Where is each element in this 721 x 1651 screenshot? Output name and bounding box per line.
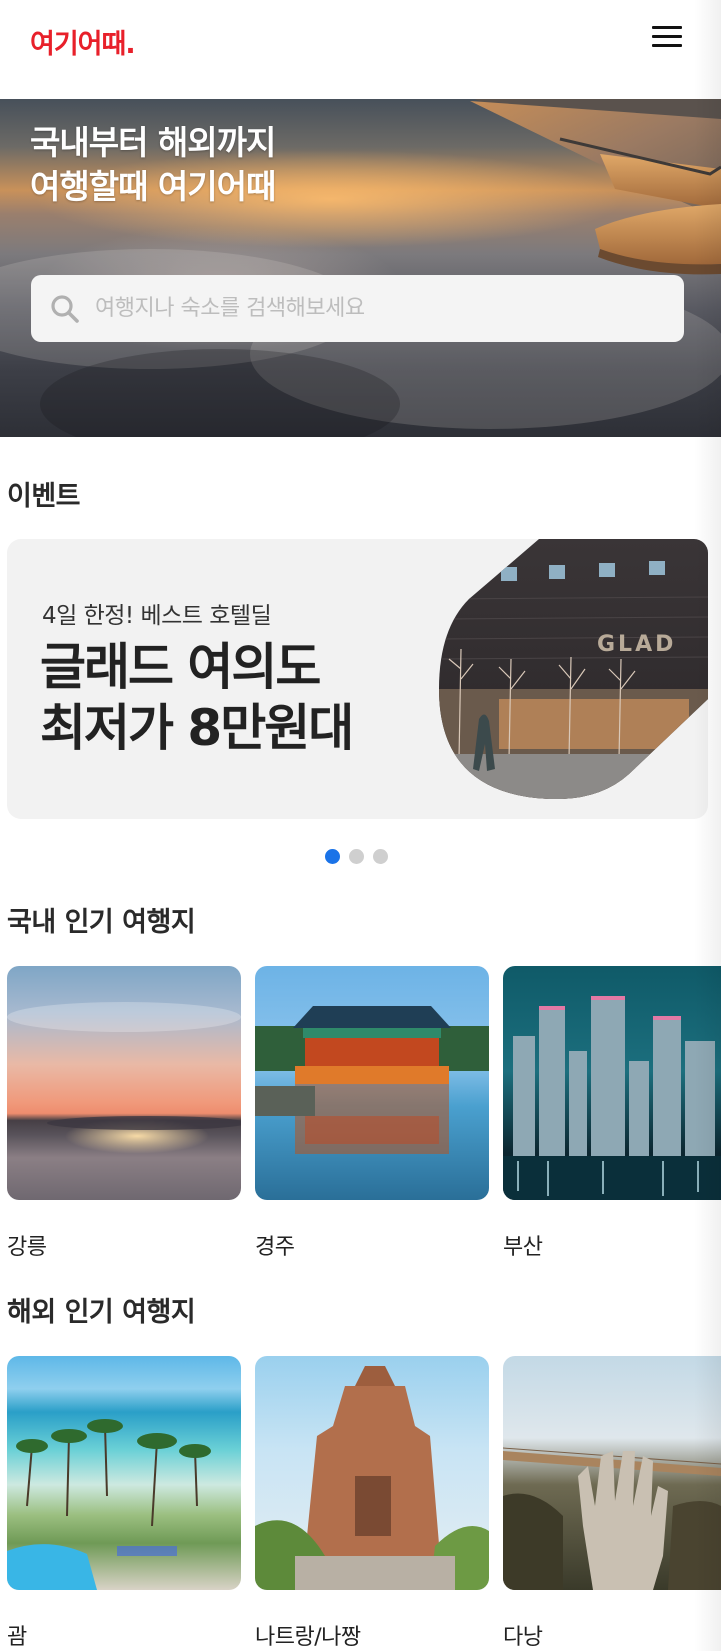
busan-photo [503, 966, 721, 1200]
nhatrang-photo [255, 1356, 489, 1590]
brand-logo[interactable]: 여기어때. [30, 22, 136, 61]
hero-title-line2: 여행할때 여기어때 [30, 167, 276, 206]
destination-name: 경주 [255, 1235, 295, 1260]
pagination-dot-2[interactable] [349, 849, 364, 864]
destination-card-danang[interactable]: 다낭 [503, 1356, 721, 1650]
hero-banner: 국내부터 해외까지 여행할때 여기어때 [0, 99, 721, 437]
destination-name: 강릉 [7, 1235, 47, 1260]
destination-card-gangneung[interactable]: 강릉 [7, 966, 241, 1260]
pagination-dot-1[interactable] [325, 849, 340, 864]
search-icon [51, 295, 79, 323]
destination-name: 부산 [503, 1235, 543, 1260]
event-headline-line2: 최저가 8만원대 [40, 699, 354, 757]
hamburger-menu-icon[interactable] [652, 24, 684, 50]
glad-sign-text: GLAD [597, 632, 676, 657]
event-banner-card[interactable]: 4일 한정! 베스트 호텔딜 글래드 여의도 최저가 8만원대 GLAD [7, 539, 708, 819]
menu-line [652, 44, 682, 47]
search-input[interactable] [95, 275, 665, 342]
destination-name: 다낭 [503, 1625, 543, 1650]
event-section-title: 이벤트 [7, 481, 81, 512]
menu-line [652, 35, 682, 38]
destination-name: 나트랑/나짱 [255, 1625, 361, 1650]
danang-photo [503, 1356, 721, 1590]
destination-card-guam[interactable]: 괌 [7, 1356, 241, 1650]
event-headline: 글래드 여의도 최저가 8만원대 [40, 637, 354, 759]
pagination-dot-3[interactable] [373, 849, 388, 864]
menu-line [652, 26, 682, 29]
hotel-photo: GLAD [439, 539, 708, 799]
gangneung-photo [7, 966, 241, 1200]
destination-card-gyeongju[interactable]: 경주 [255, 966, 489, 1260]
destination-card-busan[interactable]: 부산 [503, 966, 721, 1260]
destination-card-nhatrang[interactable]: 나트랑/나짱 [255, 1356, 489, 1650]
domestic-section-title: 국내 인기 여행지 [7, 907, 196, 938]
search-bar[interactable] [31, 275, 684, 342]
top-header: 여기어때. [0, 0, 721, 99]
gyeongju-photo [255, 966, 489, 1200]
event-headline-line1: 글래드 여의도 [40, 638, 321, 696]
overseas-section-title: 해외 인기 여행지 [7, 1297, 196, 1328]
guam-photo [7, 1356, 241, 1590]
destination-name: 괌 [7, 1625, 27, 1650]
hero-title: 국내부터 해외까지 여행할때 여기어때 [30, 121, 276, 209]
event-subtitle: 4일 한정! 베스트 호텔딜 [42, 603, 272, 629]
hero-title-line1: 국내부터 해외까지 [30, 123, 276, 162]
